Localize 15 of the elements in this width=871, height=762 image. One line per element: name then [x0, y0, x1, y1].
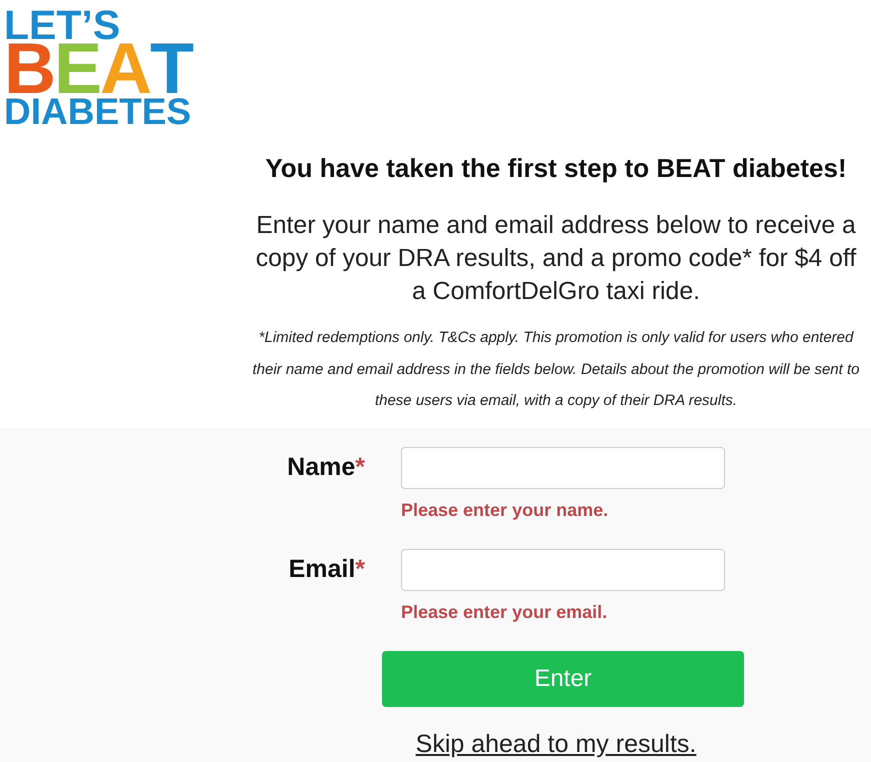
field-label: Name — [287, 453, 356, 481]
fine-print-text: *Limited redemptions only. T&Cs apply. This promotion is only valid for users who entered their name and email address in the fields below. Details about the promotion will be sent to these users via email, with a copy of their DRA results. — [251, 328, 860, 411]
intro-text: Enter your name and email address below to receive a copy of your DRA results, and a promo code* for $4 off a ComfortDelGro taxi ride. — [254, 211, 858, 307]
field-label: Email — [288, 555, 356, 583]
logo-top-text: LET’S — [4, 9, 120, 41]
logo-middle-text: BEAT — [4, 41, 192, 97]
required-mark: * — [355, 453, 365, 481]
logo-bottom-text: DIABETES — [4, 97, 192, 127]
error-message: Please enter your name. — [401, 500, 608, 520]
skip-link[interactable]: Skip ahead to my results. — [416, 730, 696, 758]
required-mark: * — [355, 555, 365, 583]
input-field[interactable] — [401, 548, 725, 590]
page-heading: You have taken the first step to BEAT diabetes! — [264, 153, 848, 183]
input-field[interactable] — [401, 446, 725, 488]
error-message: Please enter your email. — [401, 602, 608, 622]
